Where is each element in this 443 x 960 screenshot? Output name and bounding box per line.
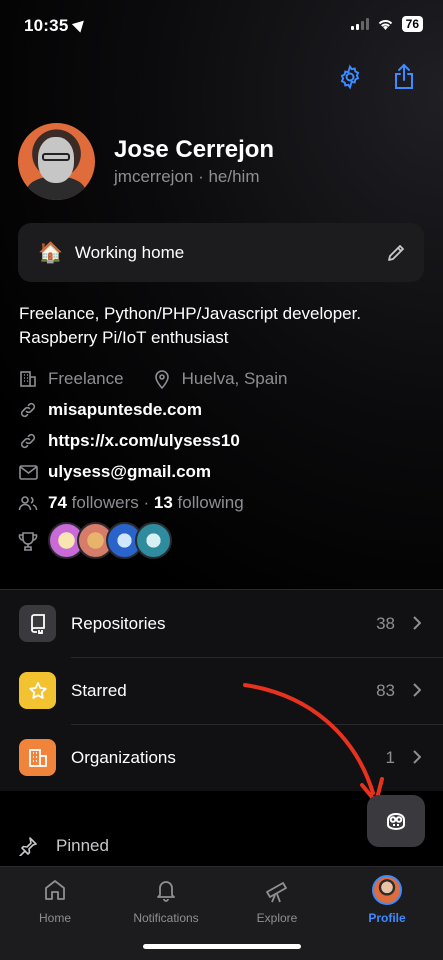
followers-count: 74 [48, 493, 67, 512]
house-icon: 🏠 [38, 242, 63, 264]
tab-explore[interactable]: Explore [227, 875, 327, 925]
home-icon [45, 880, 65, 900]
tab-notifications[interactable]: Notifications [116, 875, 216, 925]
pencil-icon[interactable] [386, 243, 406, 263]
profile-avatar[interactable] [18, 123, 95, 200]
website-link[interactable]: misapuntesde.com [48, 400, 202, 420]
following-count: 13 [153, 493, 173, 512]
menu-label: Starred [71, 680, 127, 700]
email-link[interactable]: ulysess@gmail.com [48, 462, 211, 482]
status-time: 10:35 [24, 16, 89, 36]
chevron-right-icon [413, 683, 421, 697]
building-icon [18, 369, 38, 389]
mail-icon [18, 462, 38, 482]
home-indicator[interactable] [143, 944, 301, 949]
followers-label: followers [71, 493, 139, 512]
tab-label: Explore [256, 911, 298, 925]
gear-icon [340, 64, 360, 90]
menu-item-repositories[interactable]: Repositories 38 [0, 590, 443, 657]
settings-button[interactable] [335, 62, 365, 92]
email-row[interactable]: ulysess@gmail.com [18, 462, 211, 482]
tab-label: Notifications [133, 911, 199, 925]
telescope-icon [266, 882, 287, 903]
wifi-icon [378, 19, 392, 30]
menu-count: 38 [376, 613, 395, 633]
tab-label: Home [38, 911, 71, 925]
company-text: Freelance [48, 369, 124, 388]
people-icon [18, 493, 38, 513]
signal-icon [350, 18, 369, 30]
quickdraw-badge-icon[interactable] [135, 522, 172, 559]
link-icon [18, 431, 38, 451]
top-actions [335, 62, 419, 92]
annotation-arrow-icon [243, 683, 384, 804]
bell-icon [157, 881, 175, 902]
share-icon [395, 63, 413, 89]
chevron-right-icon [413, 616, 421, 630]
website-row[interactable]: misapuntesde.com [18, 400, 202, 420]
copilot-icon [387, 812, 405, 831]
pinned-label: Pinned [56, 836, 109, 855]
chevron-right-icon [413, 750, 421, 764]
profile-screen: 10:35 76 Jose Cerrejon jmcerrejon · he/h… [0, 0, 443, 960]
profile-avatar-icon [372, 875, 402, 905]
repo-icon [19, 605, 56, 642]
social-row[interactable]: https://x.com/ulysess10 [18, 431, 240, 451]
share-button[interactable] [389, 62, 419, 92]
following-label: following [177, 493, 244, 512]
organization-icon [19, 739, 56, 776]
tab-label: Profile [368, 911, 406, 925]
followers-separator: · [143, 493, 150, 512]
copilot-button[interactable] [367, 795, 425, 847]
battery-icon: 76 [401, 16, 423, 32]
profile-handle: jmcerrejon · he/him [114, 167, 260, 186]
status-card[interactable]: 🏠 Working home [18, 223, 424, 282]
trophy-icon [18, 531, 38, 551]
followers-row[interactable]: 74 followers · 13 following [18, 493, 244, 513]
status-indicators: 76 [350, 16, 423, 32]
pinned-section-header: Pinned [18, 836, 109, 856]
location-arrow-icon [72, 16, 89, 33]
clock-text: 10:35 [24, 16, 69, 35]
link-icon [18, 400, 38, 420]
star-icon [19, 672, 56, 709]
menu-label: Repositories [71, 613, 166, 633]
profile-name: Jose Cerrejon [114, 136, 275, 163]
pin-icon [19, 837, 37, 856]
location-text: Huelva, Spain [181, 369, 288, 388]
achievements-row [18, 531, 48, 551]
tab-home[interactable]: Home [5, 875, 105, 925]
status-bar: 10:35 76 [0, 0, 443, 52]
company-location-row: Freelance Huelva, Spain [18, 369, 287, 389]
location-pin-icon [152, 369, 172, 389]
social-link[interactable]: https://x.com/ulysess10 [48, 431, 240, 451]
profile-bio: Freelance, Python/PHP/Javascript develop… [19, 304, 362, 347]
achievement-badges[interactable] [48, 522, 172, 559]
menu-label: Organizations [71, 747, 176, 767]
status-text: Working home [74, 242, 185, 262]
tab-profile[interactable]: Profile [337, 875, 437, 925]
